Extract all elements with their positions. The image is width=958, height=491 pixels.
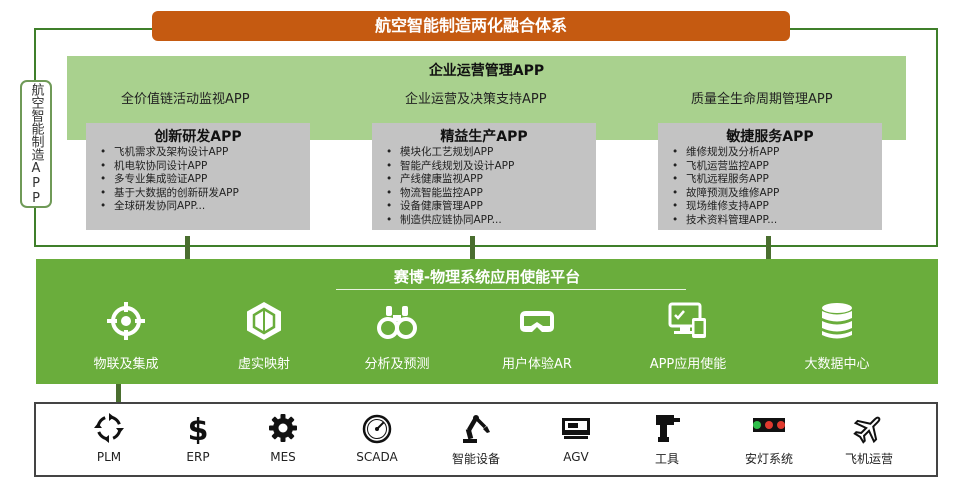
- platform-item-digital-twin: 虚实映射: [194, 301, 334, 381]
- app-list-item: 模块化工艺规划APP: [386, 146, 514, 160]
- platform-item-app-enable: APP应用使能: [618, 301, 758, 381]
- device-item-label: AGV: [563, 450, 589, 464]
- device-item-label: MES: [270, 450, 296, 464]
- ops-item-value-chain: 全价值链活动监视APP: [121, 92, 250, 107]
- platform-item-big-data: 大数据中心: [767, 301, 907, 381]
- app-list-item: 维修规划及分析APP: [672, 146, 779, 160]
- app-list-item: 多专业集成验证APP: [100, 173, 239, 187]
- platform-item-label: APP应用使能: [649, 357, 727, 372]
- enterprise-ops-title: 企业运营管理APP: [428, 63, 545, 79]
- app-list: 模块化工艺规划APP 智能产线规划及设计APP 产线健康监视APP 物流智能监控…: [386, 146, 514, 228]
- drill-icon: [656, 415, 680, 442]
- app-list-item: 飞机远程服务APP: [672, 173, 779, 187]
- agv-icon: [562, 418, 590, 439]
- device-item-scada: SCADA: [332, 412, 422, 472]
- app-list-item: 机电软协同设计APP: [100, 160, 239, 174]
- platform-item-label: 大数据中心: [804, 357, 870, 372]
- app-panel-title: 创新研发APP: [154, 129, 242, 145]
- gauge-icon: [362, 414, 392, 444]
- device-item-mes: MES: [238, 412, 328, 472]
- platform-item-label: 用户体验AR: [502, 357, 572, 372]
- app-list-item: 基于大数据的创新研发APP: [100, 187, 239, 201]
- cycle-arrows-icon: [94, 413, 124, 443]
- connector-service-platform: [766, 236, 771, 259]
- platform-item-label: 分析及预测: [364, 357, 430, 372]
- robot-arm-icon: [463, 415, 490, 443]
- device-item-andon: 安灯系统: [724, 412, 814, 472]
- connector-rd-platform: [185, 236, 190, 259]
- app-panel-title: 敏捷服务APP: [726, 129, 814, 145]
- app-list-item: 物流智能监控APP: [386, 187, 514, 201]
- device-item-label: 安灯系统: [744, 452, 793, 466]
- devices-icon: [668, 302, 706, 338]
- app-panel-title: 精益生产APP: [440, 129, 528, 145]
- app-list: 飞机需求及架构设计APP 机电软协同设计APP 多专业集成验证APP 基于大数据…: [100, 146, 239, 214]
- device-item-agv: AGV: [531, 412, 621, 472]
- database-icon: [822, 303, 852, 339]
- connector-production-platform: [470, 236, 475, 259]
- app-list-item: 飞机需求及架构设计APP: [100, 146, 239, 160]
- app-list-item: 故障预测及维修APP: [672, 187, 779, 201]
- platform-item-analytics: 分析及预测: [327, 301, 467, 381]
- vr-headset-icon: [520, 311, 554, 332]
- svg-text:$: $: [188, 413, 209, 444]
- crosshair-icon: [107, 302, 145, 340]
- hexagon-icon: [247, 302, 281, 340]
- device-item-flight-ops: 飞机运营: [824, 412, 914, 472]
- binoculars-icon: [377, 306, 417, 339]
- device-item-label: ERP: [186, 450, 210, 464]
- app-list-item: 飞机运营监控APP: [672, 160, 779, 174]
- app-list-item: 制造供应链协同APP...: [386, 214, 514, 228]
- app-list-item: 技术资料管理APP...: [672, 214, 779, 228]
- device-item-smart-equipment: 智能设备: [431, 412, 521, 472]
- app-list-item: 产线健康监视APP: [386, 173, 514, 187]
- ops-item-quality-lifecycle: 质量全生命周期管理APP: [691, 92, 833, 107]
- app-list: 维修规划及分析APP 飞机运营监控APP 飞机远程服务APP 故障预测及维修AP…: [672, 146, 779, 228]
- gear-icon: [269, 414, 297, 442]
- device-item-plm: PLM: [64, 412, 154, 472]
- app-list-item: 智能产线规划及设计APP: [386, 160, 514, 174]
- device-item-label: PLM: [96, 450, 122, 464]
- dollar-icon: $: [188, 413, 209, 444]
- platform-item-label: 虚实映射: [237, 357, 290, 372]
- app-panel-service: 敏捷服务APP 维修规划及分析APP 飞机运营监控APP 飞机远程服务APP 故…: [658, 123, 882, 230]
- app-list-item: 设备健康管理APP: [386, 200, 514, 214]
- cps-platform-title-underline: [336, 289, 686, 290]
- device-item-label: 飞机运营: [844, 452, 893, 466]
- device-item-label: 工具: [654, 452, 679, 466]
- connector-platform-devices: [116, 384, 121, 404]
- app-panel-rd: 创新研发APP 飞机需求及架构设计APP 机电软协同设计APP 多专业集成验证A…: [86, 123, 310, 230]
- app-panel-production: 精益生产APP 模块化工艺规划APP 智能产线规划及设计APP 产线健康监视AP…: [372, 123, 596, 230]
- diagram-title-banner: 航空智能制造两化融合体系: [152, 11, 790, 41]
- andon-light-icon: [753, 418, 785, 432]
- device-item-label: SCADA: [356, 450, 398, 464]
- airplane-icon: [853, 416, 881, 444]
- device-item-erp: $ ERP: [153, 412, 243, 472]
- platform-item-ar: 用户体验AR: [467, 301, 607, 381]
- device-item-tools: 工具: [622, 412, 712, 472]
- platform-item-iot: 物联及集成: [56, 301, 196, 381]
- app-list-item: 全球研发协同APP...: [100, 200, 239, 214]
- side-label-aviation-app: 航空智能制造APP: [20, 80, 52, 208]
- ops-item-decision-support: 企业运营及决策支持APP: [405, 92, 547, 107]
- cps-platform-title: 赛博-物理系统应用使能平台: [393, 268, 581, 286]
- device-item-label: 智能设备: [451, 452, 500, 466]
- platform-item-label: 物联及集成: [93, 357, 159, 372]
- app-list-item: 现场维修支持APP: [672, 200, 779, 214]
